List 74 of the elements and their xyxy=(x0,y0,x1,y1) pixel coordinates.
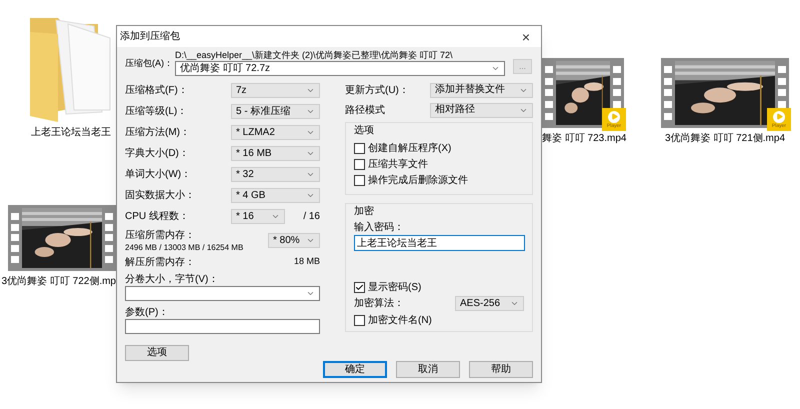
thread-total: / 16 xyxy=(303,210,320,224)
field-label: 单词大小(W)： xyxy=(125,168,192,182)
dropdown[interactable]: * 4 GB xyxy=(231,188,320,203)
field-label: 路径模式 xyxy=(345,104,386,118)
params-field[interactable] xyxy=(125,319,320,334)
chevron-down-icon xyxy=(306,149,315,158)
field-label: CPU 线程数： xyxy=(125,210,190,224)
dropdown[interactable]: 优尚舞姿 叮叮 72.7z xyxy=(175,61,505,76)
field-label: 压缩方法(M)： xyxy=(125,126,191,140)
file-label: 3优尚舞姿 叮叮 722侧.mp xyxy=(2,274,116,289)
video-thumbnail[interactable] xyxy=(8,205,116,271)
chevron-down-icon xyxy=(306,107,315,116)
password-field[interactable]: 上老王论坛当老王 xyxy=(354,235,525,251)
dropdown[interactable]: 相对路径 xyxy=(430,102,533,118)
field-label: 分卷大小，字节(V)： xyxy=(125,273,220,286)
chevron-down-icon xyxy=(271,212,280,221)
close-button[interactable]: × xyxy=(511,26,541,47)
memory-detail: 2496 MB / 13003 MB / 16254 MB xyxy=(125,242,244,252)
chevron-down-icon xyxy=(306,128,315,137)
field-label: 压缩格式(F)： xyxy=(125,84,189,98)
checkbox[interactable] xyxy=(354,158,365,170)
checkbox[interactable] xyxy=(354,314,365,326)
play-icon xyxy=(773,110,785,122)
dropdown[interactable]: * 80% xyxy=(268,233,320,248)
dropdown[interactable]: 7z xyxy=(231,83,320,98)
chevron-down-icon xyxy=(510,299,519,308)
checkbox-label: 创建自解压程序(X) xyxy=(368,142,452,156)
dropdown[interactable]: * LZMA2 xyxy=(231,125,320,140)
video-thumbnail[interactable] xyxy=(661,58,789,128)
field-label: 压缩包(A)： xyxy=(125,57,173,70)
checkbox-label: 加密文件名(N) xyxy=(368,314,432,328)
field-label: 输入密码： xyxy=(354,221,405,235)
group-title: 选项 xyxy=(354,124,375,138)
field-label: 解压所需内存： xyxy=(125,256,195,270)
chevron-down-icon xyxy=(306,289,315,298)
video-thumbnail[interactable] xyxy=(542,58,624,128)
checkbox-label: 显示密码(S) xyxy=(368,280,422,294)
dropdown[interactable]: * 16 MB xyxy=(231,146,320,161)
dropdown[interactable]: * 32 xyxy=(231,167,320,182)
chevron-down-icon xyxy=(491,64,500,73)
dropdown[interactable]: 5 - 标准压缩 xyxy=(231,104,320,119)
checkbox[interactable] xyxy=(354,282,365,292)
dropdown[interactable] xyxy=(125,286,320,301)
field-label: 参数(P)： xyxy=(125,306,170,319)
play-icon xyxy=(608,110,620,122)
memory-value: 18 MB xyxy=(294,255,320,268)
archive-path: D:\__easyHelper__\新建文件夹 (2)\优尚舞姿已整理\优尚舞姿 叮叮 72\ xyxy=(175,49,454,61)
field-label: 固实数据大小： xyxy=(125,188,196,203)
field-label: 加密算法： xyxy=(354,296,404,311)
checkbox[interactable] xyxy=(354,142,365,154)
chevron-down-icon xyxy=(306,191,315,200)
field-label: 字典大小(D)： xyxy=(125,146,190,161)
checkbox[interactable] xyxy=(354,174,365,186)
group-title: 加密 xyxy=(354,205,375,219)
dropdown[interactable]: * 16 xyxy=(231,209,285,224)
field-label: 压缩等级(L)： xyxy=(125,104,188,119)
dropdown[interactable]: 添加并替换文件 xyxy=(430,82,533,98)
file-label: 上老王论坛当老王 xyxy=(31,126,111,140)
checkbox-label: 压缩共享文件 xyxy=(368,158,428,172)
dialog-button[interactable]: 确定 xyxy=(323,361,387,378)
checkbox-label: 操作完成后删除源文件 xyxy=(368,174,468,188)
window-title: 添加到压缩包 xyxy=(120,30,180,44)
check-icon xyxy=(355,282,364,292)
field-label: 更新方式(U)： xyxy=(345,84,410,98)
file-label: 舞姿 叮叮 723.mp4 xyxy=(542,132,626,146)
dialog-button[interactable]: 帮助 xyxy=(469,361,533,378)
field-label: 压缩所需内存： xyxy=(125,228,196,242)
file-label: 3优尚舞姿 叮叮 721侧.mp4 xyxy=(664,132,786,146)
chevron-down-icon xyxy=(306,236,315,245)
chevron-down-icon xyxy=(306,170,315,179)
chevron-down-icon xyxy=(306,86,315,95)
dropdown[interactable]: AES-256 xyxy=(455,296,524,311)
options-button[interactable]: 选项 xyxy=(125,345,189,361)
dialog-button[interactable]: 取消 xyxy=(396,361,460,378)
